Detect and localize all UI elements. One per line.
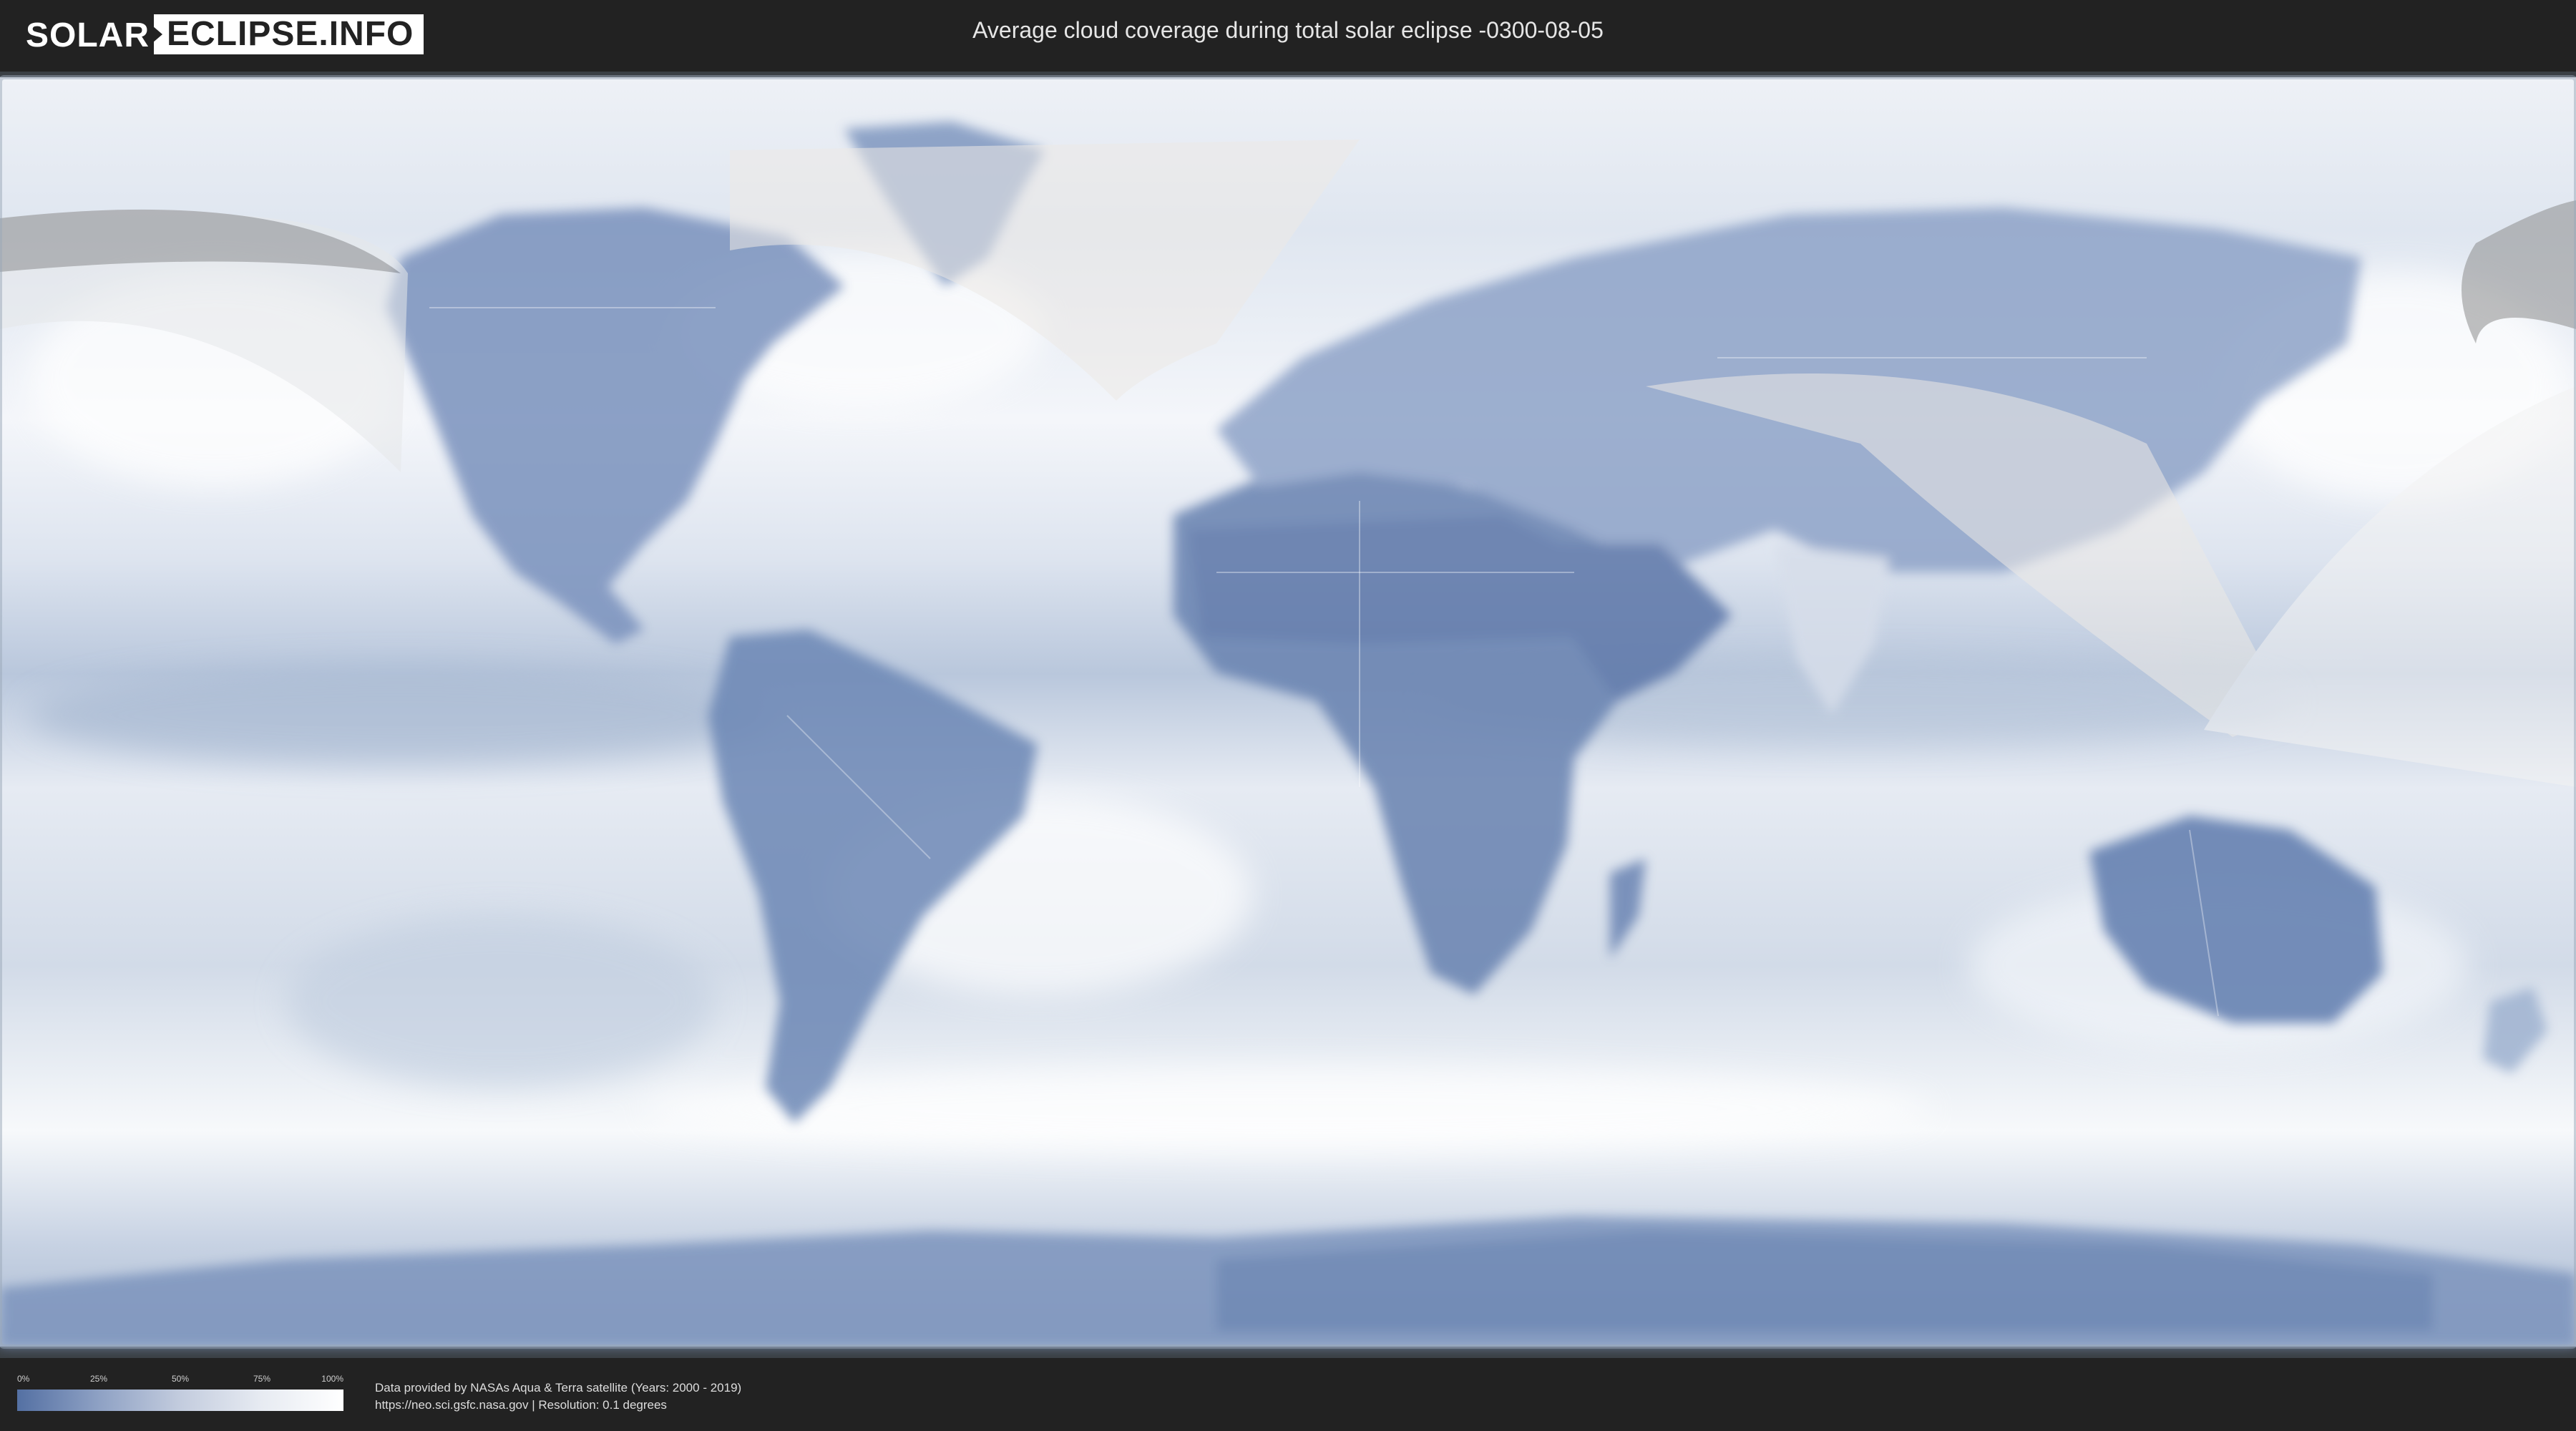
header-bar: SOLAR ECLIPSE.INFO Average cloud coverag… — [0, 0, 2576, 72]
legend-ticks: 0% 25% 50% 75% 100% — [17, 1374, 343, 1387]
legend-tick-0: 0% — [17, 1374, 30, 1384]
legend-tick-50: 50% — [171, 1374, 190, 1384]
page-title: Average cloud coverage during total sola… — [972, 17, 1604, 43]
legend-color-bar — [17, 1390, 343, 1411]
legend-tick-25: 25% — [89, 1374, 108, 1384]
data-credits: Data provided by NASAs Aqua & Terra sate… — [375, 1379, 741, 1414]
cloud-coverage-map[interactable] — [0, 72, 2576, 1358]
footer-bar: 0% 25% 50% 75% 100% Data provided by NAS… — [0, 1358, 2576, 1431]
cloud-coverage-legend: 0% 25% 50% 75% 100% — [17, 1374, 343, 1411]
legend-tick-75: 75% — [253, 1374, 271, 1384]
legend-tick-100: 100% — [321, 1374, 343, 1384]
source-line[interactable]: https://neo.sci.gsfc.nasa.gov | Resoluti… — [375, 1397, 741, 1414]
credit-line: Data provided by NASAs Aqua & Terra sate… — [375, 1381, 742, 1395]
world-map-svg — [0, 75, 2576, 1349]
